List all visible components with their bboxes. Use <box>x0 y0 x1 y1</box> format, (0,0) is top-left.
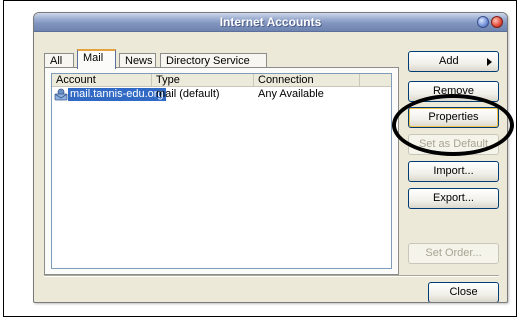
column-header-connection[interactable]: Connection <box>254 74 360 87</box>
close-button[interactable]: Close <box>428 282 499 302</box>
set-order-button[interactable]: Set Order... <box>408 243 499 264</box>
help-button[interactable] <box>477 16 489 28</box>
type-cell: mail (default) <box>156 88 220 100</box>
close-window-button[interactable] <box>491 16 503 28</box>
accounts-list[interactable]: Account Type Connection mail.tannis-edu.… <box>51 73 392 269</box>
tab-mail[interactable]: Mail <box>77 49 116 69</box>
title-bar: Internet Accounts <box>34 13 507 32</box>
mail-account-icon <box>54 88 68 101</box>
add-button-label: Add <box>439 55 459 67</box>
window-title: Internet Accounts <box>219 15 322 29</box>
list-header: Account Type Connection <box>52 74 391 87</box>
properties-button[interactable]: Properties <box>408 107 499 128</box>
remove-button[interactable]: Remove <box>408 81 499 102</box>
triangle-right-icon <box>487 58 492 66</box>
account-cell[interactable]: mail.tannis-edu.org <box>54 88 166 102</box>
connection-cell: Any Available <box>258 88 324 100</box>
column-header-account[interactable]: Account <box>52 74 152 87</box>
set-as-default-button[interactable]: Set as Default <box>408 134 499 155</box>
account-name: mail.tannis-edu.org <box>68 88 166 101</box>
export-button[interactable]: Export... <box>408 188 499 209</box>
table-row[interactable]: mail.tannis-edu.org mail (default) Any A… <box>52 88 391 102</box>
separator <box>44 275 499 277</box>
add-button[interactable]: Add <box>408 51 499 72</box>
internet-accounts-dialog: Internet Accounts All Mail News Director… <box>33 12 508 303</box>
import-button[interactable]: Import... <box>408 161 499 182</box>
tab-panel: Account Type Connection mail.tannis-edu.… <box>44 67 399 275</box>
column-header-type[interactable]: Type <box>152 74 254 87</box>
